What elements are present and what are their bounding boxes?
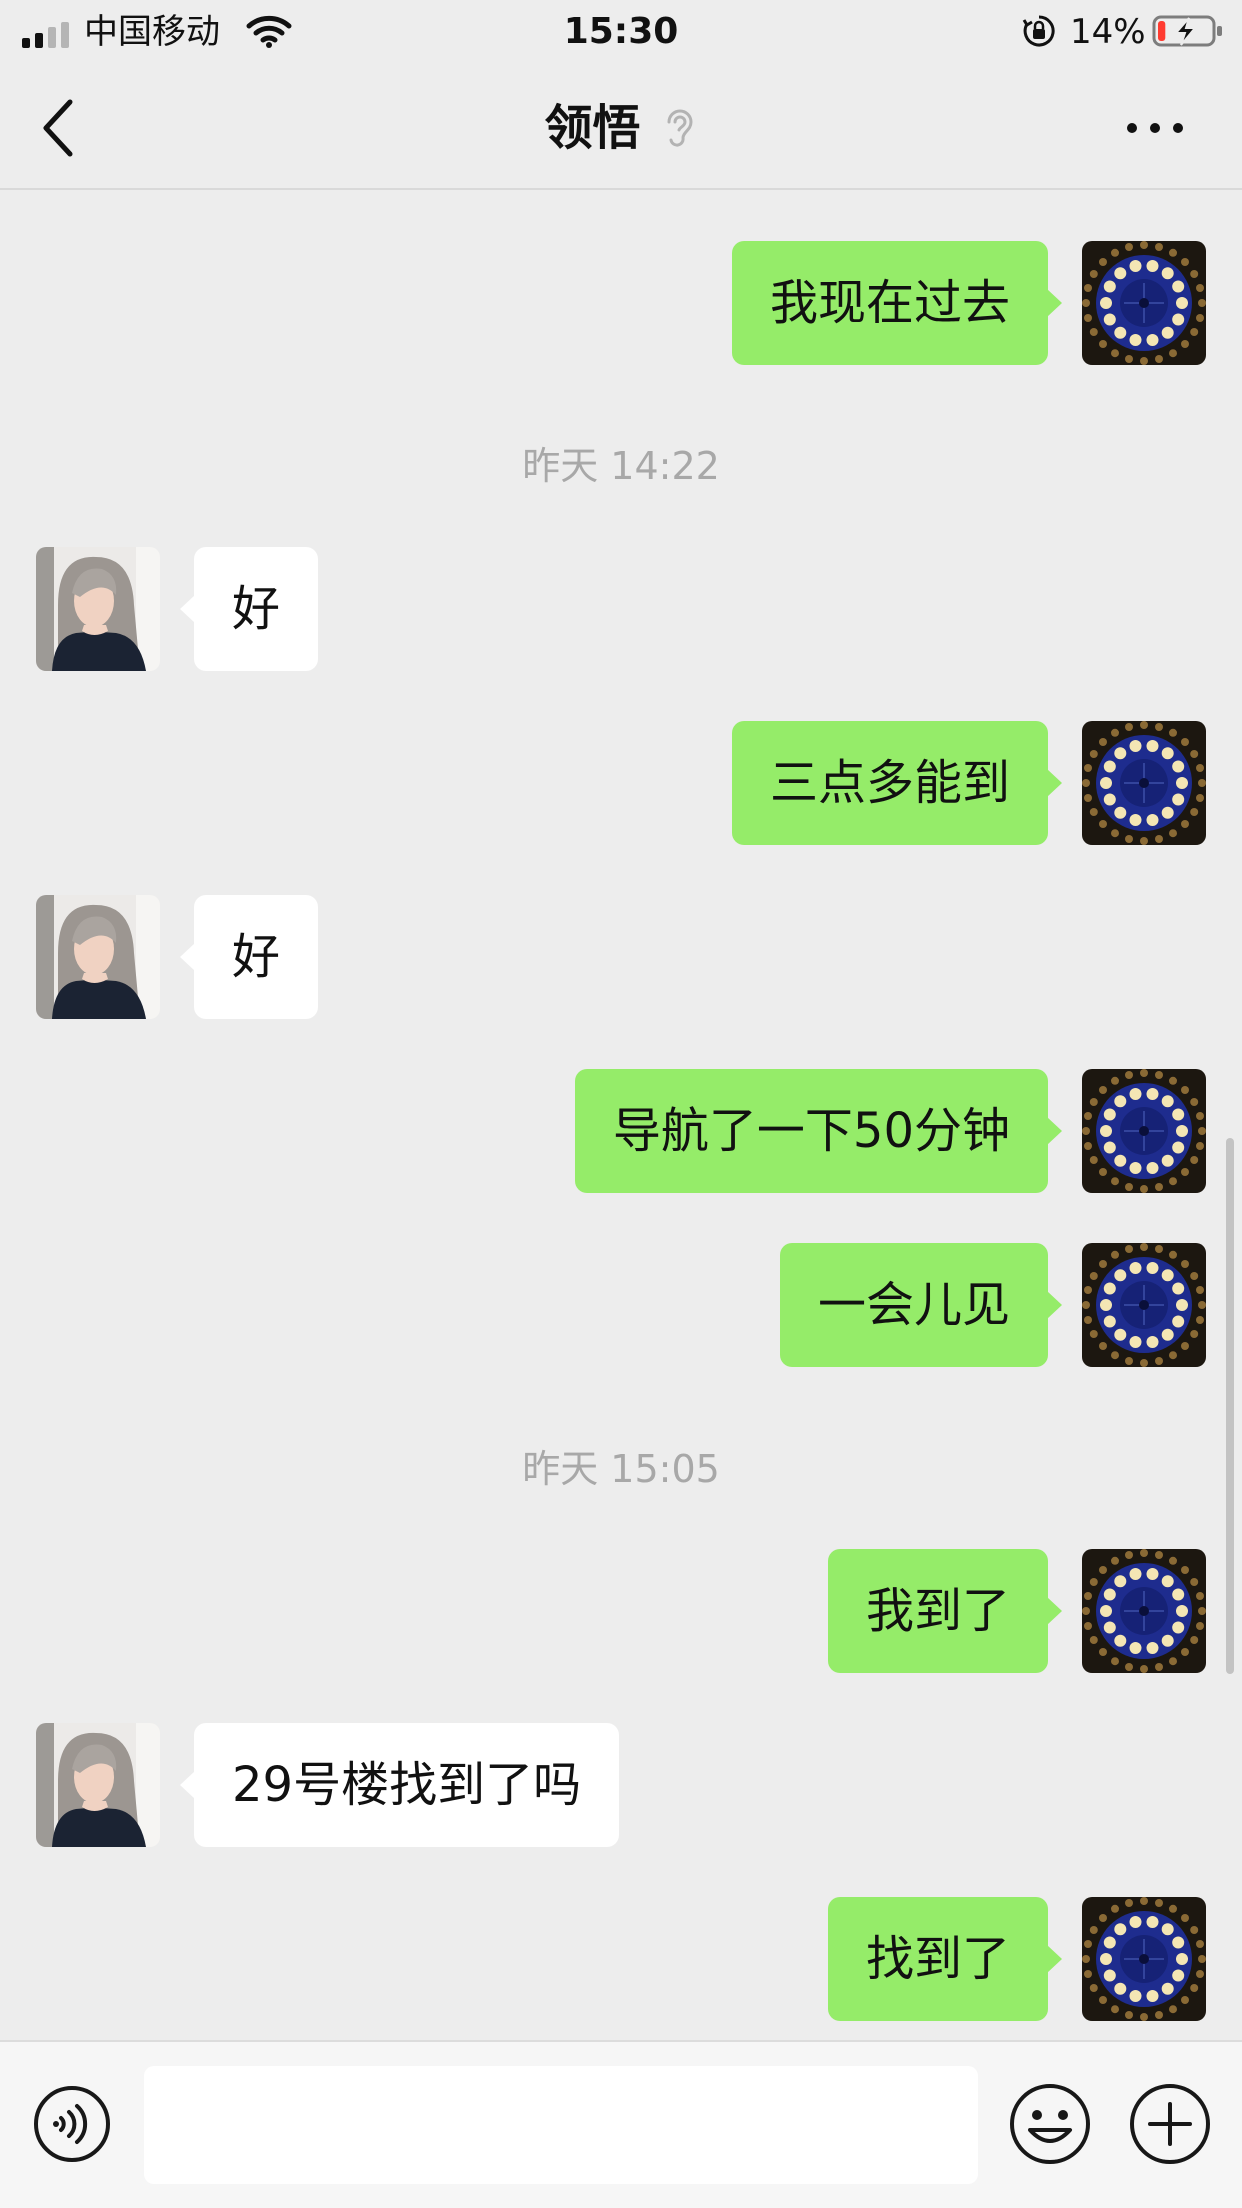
my-avatar[interactable]: [1082, 1243, 1206, 1367]
message-incoming: 好: [0, 895, 1242, 1021]
message-outgoing: 我现在过去: [0, 241, 1242, 367]
contact-avatar[interactable]: [36, 1723, 160, 1847]
plus-icon[interactable]: [1128, 2082, 1212, 2166]
avatar-image: [1082, 1897, 1206, 2021]
status-bar: 中国移动 15:30 14%: [0, 0, 1242, 66]
avatar-image: [1082, 1069, 1206, 1193]
orientation-lock-icon: [1022, 15, 1055, 47]
message-bubble[interactable]: 找到了: [827, 1897, 1063, 2021]
message-outgoing: 我到了: [0, 1549, 1242, 1675]
message-bubble[interactable]: 三点多能到: [731, 721, 1063, 845]
my-avatar[interactable]: [1082, 241, 1206, 365]
message-bubble[interactable]: 好: [179, 547, 319, 671]
message-outgoing: 导航了一下50分钟: [0, 1069, 1242, 1195]
message-input[interactable]: [144, 2066, 978, 2184]
avatar-image: [36, 895, 160, 1019]
timestamp: 昨天 15:05: [522, 1447, 720, 1491]
message-incoming: 29号楼找到了吗: [0, 1723, 1242, 1849]
contact-avatar[interactable]: [36, 895, 160, 1019]
message-bubble[interactable]: 导航了一下50分钟: [574, 1069, 1063, 1193]
emoji-icon[interactable]: [1008, 2082, 1092, 2166]
nav-bar: 领悟: [0, 66, 1242, 190]
message-outgoing: 三点多能到: [0, 721, 1242, 847]
timestamp: 昨天 14:22: [522, 444, 720, 488]
avatar-image: [1082, 1549, 1206, 1673]
contact-avatar[interactable]: [36, 547, 160, 671]
input-bar: [0, 2040, 1242, 2208]
message-bubble[interactable]: 一会儿见: [779, 1243, 1063, 1367]
message-outgoing: 一会儿见: [0, 1243, 1242, 1369]
more-dots-icon[interactable]: [1122, 106, 1188, 150]
my-avatar[interactable]: [1082, 1069, 1206, 1193]
message-bubble[interactable]: 我现在过去: [731, 241, 1063, 365]
avatar-image: [36, 547, 160, 671]
message-incoming: 好: [0, 547, 1242, 673]
nav-title-group: 领悟: [0, 96, 1242, 160]
avatar-image: [36, 1723, 160, 1847]
battery-percent: 14%: [1070, 12, 1146, 52]
my-avatar[interactable]: [1082, 1897, 1206, 2021]
avatar-image: [1082, 241, 1206, 365]
chat-title: 领悟: [544, 100, 641, 156]
my-avatar[interactable]: [1082, 1549, 1206, 1673]
battery-charging-icon: [1152, 15, 1222, 47]
my-avatar[interactable]: [1082, 721, 1206, 845]
message-outgoing: 找到了: [0, 1897, 1242, 2023]
message-bubble[interactable]: 我到了: [827, 1549, 1063, 1673]
message-bubble[interactable]: 好: [179, 895, 319, 1019]
avatar-image: [1082, 721, 1206, 845]
message-bubble[interactable]: 29号楼找到了吗: [179, 1723, 620, 1847]
voice-icon[interactable]: [32, 2084, 112, 2164]
chat-area[interactable]: 我现在过去 昨天 14:22 好 三点多能到 好 导航了一下50分钟 一会儿见 …: [0, 192, 1242, 2040]
chat-scrollbar[interactable]: [1226, 1138, 1234, 1674]
avatar-image: [1082, 1243, 1206, 1367]
ear-icon: [667, 109, 693, 147]
